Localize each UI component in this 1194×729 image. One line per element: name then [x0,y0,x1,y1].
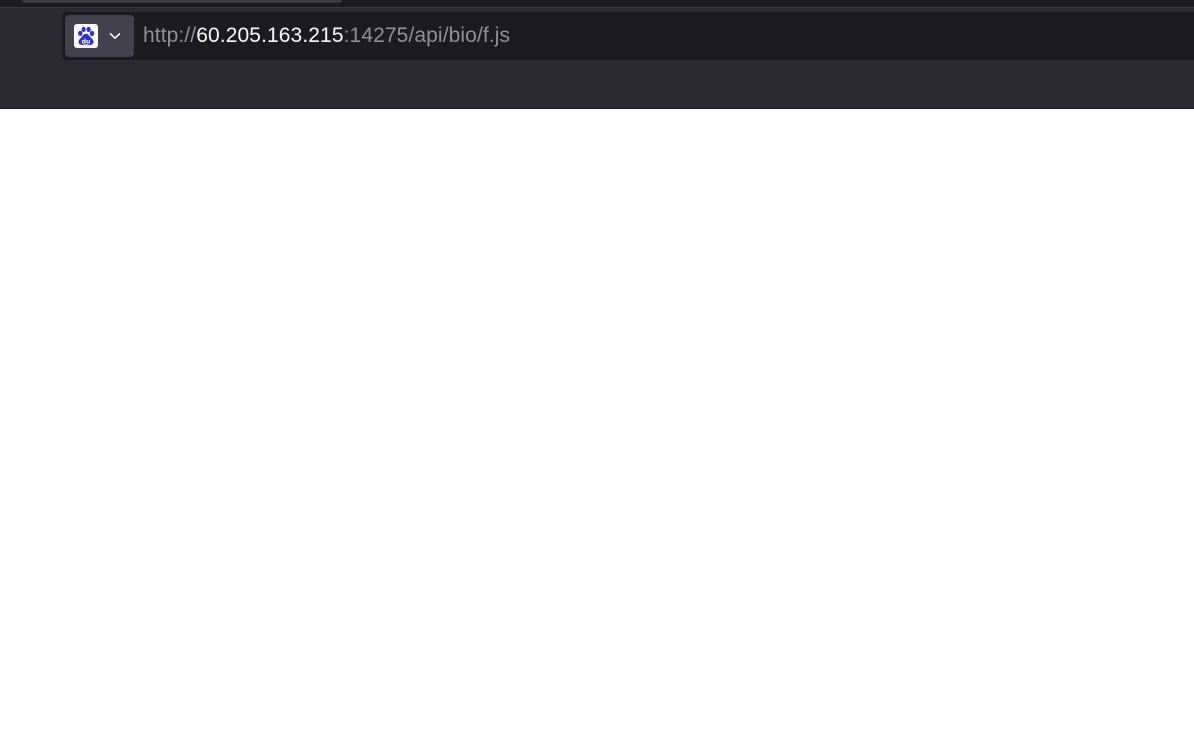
page-content [0,109,1194,729]
url-text[interactable]: http://60.205.163.215:14275/api/bio/f.js [143,12,510,60]
tab-strip [0,0,1194,7]
search-engine-button[interactable]: du [65,15,134,57]
active-tab-edge[interactable] [22,0,342,3]
url-path: :14275/api/bio/f.js [343,24,511,47]
url-host: 60.205.163.215 [196,24,344,47]
chevron-down-icon [108,29,122,43]
toolbar-divider [0,7,1194,8]
svg-text:du: du [82,39,91,46]
address-bar[interactable]: du http://60.205.163.215:14275/api/bio/f… [62,12,1194,60]
url-scheme: http:// [143,24,197,47]
baidu-logo-icon: du [74,24,98,48]
browser-toolbar: du http://60.205.163.215:14275/api/bio/f… [0,0,1194,109]
